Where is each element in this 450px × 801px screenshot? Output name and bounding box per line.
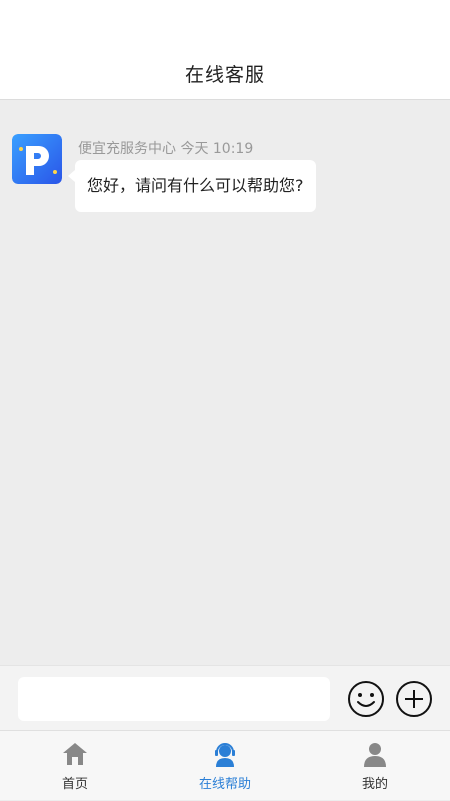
page-title: 在线客服: [184, 64, 265, 86]
user-icon: [364, 743, 386, 767]
tab-mine[interactable]: 我的: [300, 731, 450, 801]
tab-home-label: 首页: [61, 777, 88, 792]
tab-home[interactable]: 首页: [0, 731, 150, 801]
chat-area[interactable]: 便宜充服务中心 今天 10:19 您好，请问有什么可以帮助您?: [0, 100, 450, 665]
message-bubble: 您好，请问有什么可以帮助您?: [68, 160, 316, 212]
tab-bar: 首页 在线帮助 我的: [0, 730, 450, 800]
tab-mine-label: 我的: [361, 777, 388, 792]
message-meta: 便宜充服务中心 今天 10:19: [78, 138, 253, 158]
bubble-tail: [68, 170, 75, 182]
smiley-icon[interactable]: [347, 680, 385, 718]
header: 在线客服: [0, 0, 450, 100]
message-text: 您好，请问有什么可以帮助您?: [87, 176, 304, 195]
plus-circle-icon[interactable]: [395, 680, 433, 718]
sender-name: 便宜充服务中心: [78, 141, 176, 157]
input-bar: [0, 665, 450, 730]
headset-icon: [215, 743, 235, 767]
message-time: 今天 10:19: [180, 141, 254, 157]
message-input[interactable]: [18, 677, 330, 721]
tab-online-help-label: 在线帮助: [198, 777, 251, 792]
tab-online-help[interactable]: 在线帮助: [150, 731, 300, 801]
app-logo-icon[interactable]: [12, 134, 62, 184]
home-icon: [63, 743, 87, 765]
